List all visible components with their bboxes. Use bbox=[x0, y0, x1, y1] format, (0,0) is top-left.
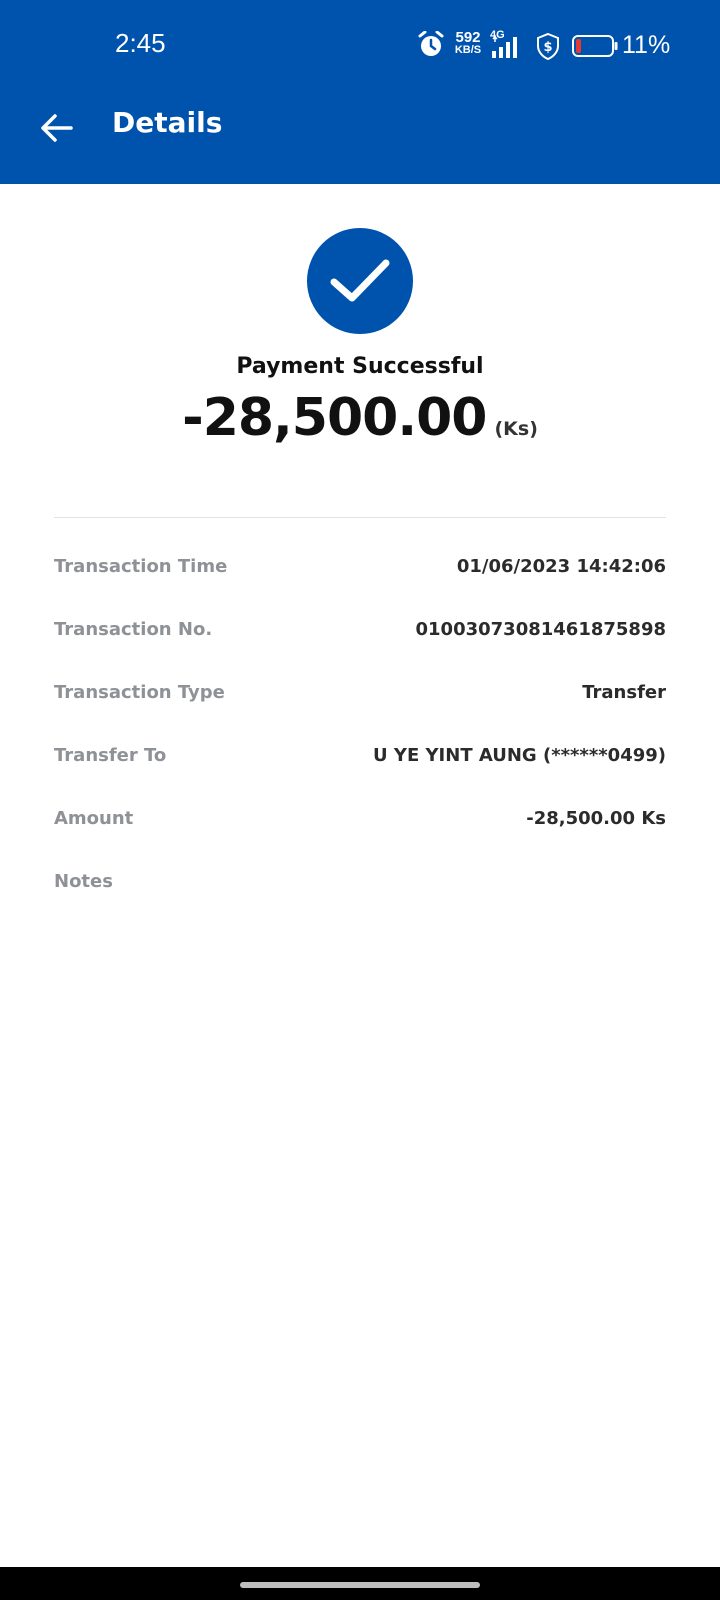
amount-value: -28,500.00 bbox=[182, 388, 487, 448]
detail-value: -28,500.00 Ks bbox=[526, 808, 666, 829]
detail-row-amount: Amount -28,500.00 Ks bbox=[54, 800, 666, 863]
detail-value: Transfer bbox=[582, 682, 666, 703]
checkmark-icon bbox=[330, 259, 390, 302]
detail-value: 01003073081461875898 bbox=[415, 619, 667, 640]
net-speed: 592 KB/S bbox=[450, 30, 486, 56]
shield-dollar-icon: $ bbox=[537, 32, 559, 60]
total-amount: -28,500.00 (Ks) bbox=[0, 388, 720, 448]
net-speed-value: 592 bbox=[455, 29, 481, 46]
detail-label: Transaction Time bbox=[54, 556, 228, 577]
detail-row-transfer-to: Transfer To U YE YINT AUNG (******0499) bbox=[54, 737, 666, 800]
signal-icon bbox=[492, 36, 517, 58]
detail-row-transaction-time: Transaction Time 01/06/2023 14:42:06 bbox=[54, 548, 666, 611]
detail-row-transaction-no: Transaction No. 01003073081461875898 bbox=[54, 611, 666, 674]
detail-label: Amount bbox=[54, 808, 134, 829]
amount-currency: (Ks) bbox=[494, 418, 538, 440]
system-nav-bar bbox=[0, 1567, 720, 1600]
detail-row-transaction-type: Transaction Type Transfer bbox=[54, 674, 666, 737]
detail-label: Transaction No. bbox=[54, 619, 213, 640]
alarm-icon bbox=[418, 31, 444, 56]
detail-value: 01/06/2023 14:42:06 bbox=[456, 556, 666, 577]
net-speed-unit: KB/S bbox=[454, 44, 482, 56]
detail-value: U YE YINT AUNG (******0499) bbox=[373, 745, 666, 766]
detail-label: Notes bbox=[54, 871, 113, 892]
success-badge bbox=[307, 228, 413, 334]
divider bbox=[54, 517, 666, 518]
transaction-details: Transaction Time 01/06/2023 14:42:06 Tra… bbox=[54, 548, 666, 926]
battery-percent: 11% bbox=[622, 31, 671, 59]
back-button[interactable] bbox=[30, 104, 82, 152]
detail-row-notes: Notes bbox=[54, 863, 666, 926]
page-title: Details bbox=[112, 106, 223, 139]
home-indicator[interactable] bbox=[240, 1582, 480, 1588]
status-time: 2:45 bbox=[115, 28, 166, 58]
detail-label: Transfer To bbox=[54, 745, 167, 766]
app-header: 2:45 592 KB/S 4G $ 11% Details bbox=[0, 0, 720, 184]
payment-status: Payment Successful bbox=[236, 354, 484, 379]
svg-text:$: $ bbox=[543, 40, 552, 55]
battery-icon bbox=[572, 35, 618, 57]
arrow-left-icon bbox=[41, 114, 73, 142]
detail-label: Transaction Type bbox=[54, 682, 225, 703]
